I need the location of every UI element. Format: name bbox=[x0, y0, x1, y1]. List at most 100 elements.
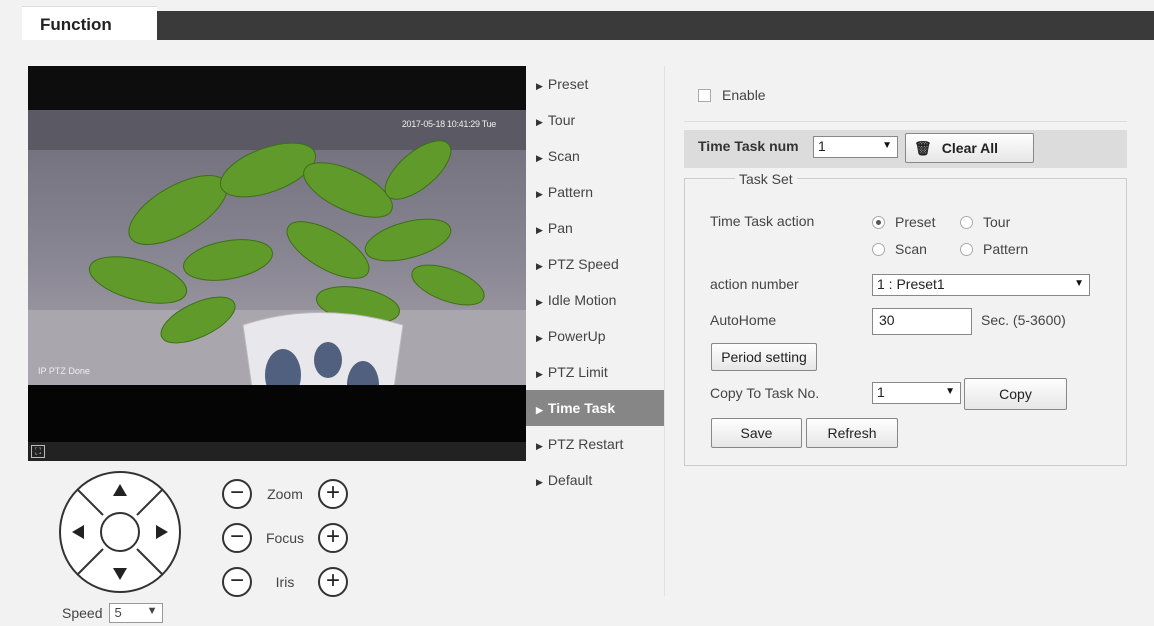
menu-item-label: PTZ Limit bbox=[547, 364, 608, 380]
menu-item-label: Pan bbox=[547, 220, 573, 236]
time-task-num-bar: Time Task num 1 ▼ 🗑 Clear All bbox=[684, 130, 1127, 168]
save-button[interactable]: Save bbox=[711, 418, 802, 448]
iris-row: − Iris + bbox=[222, 566, 348, 598]
menu-item-ptz-restart[interactable]: ▶ PTZ Restart bbox=[526, 426, 664, 462]
menu-arrow-icon: ▶ bbox=[536, 405, 543, 415]
autohome-unit: Sec. (5-3600) bbox=[981, 312, 1066, 328]
action-number-select[interactable]: 1 : Preset1 ▼ bbox=[872, 274, 1090, 296]
task-set-group: Task Set Time Task action Preset Tour Sc… bbox=[684, 171, 1127, 466]
clear-all-label: Clear All bbox=[941, 140, 999, 156]
speed-label: Speed bbox=[62, 605, 103, 621]
menu-item-scan[interactable]: ▶ Scan bbox=[526, 138, 664, 174]
menu-arrow-icon: ▶ bbox=[536, 297, 543, 307]
radio-label: Tour bbox=[983, 214, 1011, 230]
fullscreen-icon[interactable]: ⛶ bbox=[31, 445, 45, 458]
time-task-num-label: Time Task num bbox=[698, 138, 799, 154]
focus-label: Focus bbox=[265, 530, 305, 546]
action-number-value: 1 : Preset1 bbox=[877, 276, 945, 292]
menu-item-preset[interactable]: ▶ Preset bbox=[526, 66, 664, 102]
menu-arrow-icon: ▶ bbox=[536, 261, 543, 271]
focus-row: − Focus + bbox=[222, 522, 348, 554]
clear-all-button[interactable]: 🗑 Clear All bbox=[905, 133, 1034, 163]
enable-checkbox-row[interactable]: Enable bbox=[698, 87, 766, 103]
menu-item-ptz-speed[interactable]: ▶ PTZ Speed bbox=[526, 246, 664, 282]
focus-plus-button[interactable]: + bbox=[318, 523, 348, 553]
menu-item-default[interactable]: ▶ Default bbox=[526, 462, 664, 498]
radio-preset[interactable]: Preset bbox=[872, 214, 935, 230]
dropdown-arrow-icon: ▼ bbox=[146, 605, 158, 617]
menu-arrow-icon: ▶ bbox=[536, 117, 543, 127]
focus-minus-button[interactable]: − bbox=[222, 523, 252, 553]
copy-to-task-label: Copy To Task No. bbox=[710, 385, 820, 401]
copy-to-task-select[interactable]: 1 ▼ bbox=[872, 382, 961, 404]
menu-item-ptz-limit[interactable]: ▶ PTZ Limit bbox=[526, 354, 664, 390]
speed-value: 5 bbox=[114, 605, 122, 620]
menu-item-tour[interactable]: ▶ Tour bbox=[526, 102, 664, 138]
radio-label: Preset bbox=[895, 214, 936, 230]
radio-tour[interactable]: Tour bbox=[960, 214, 1010, 230]
iris-plus-button[interactable]: + bbox=[318, 567, 348, 597]
iris-minus-button[interactable]: − bbox=[222, 567, 252, 597]
menu-item-label: PTZ Restart bbox=[547, 436, 624, 452]
radio-button[interactable] bbox=[872, 242, 885, 256]
menu-item-pattern[interactable]: ▶ Pattern bbox=[526, 174, 664, 210]
copy-button[interactable]: Copy bbox=[964, 378, 1067, 410]
radio-button[interactable] bbox=[872, 215, 885, 229]
tab-function[interactable]: Function bbox=[22, 6, 157, 40]
menu-item-label: PTZ Speed bbox=[547, 256, 619, 272]
menu-item-label: Time Task bbox=[547, 400, 616, 416]
time-task-num-select[interactable]: 1 ▼ bbox=[813, 136, 898, 158]
enable-checkbox[interactable] bbox=[698, 88, 711, 102]
ptz-direction-pad[interactable] bbox=[58, 470, 182, 594]
period-setting-button[interactable]: Period setting bbox=[711, 343, 817, 371]
zoom-label: Zoom bbox=[267, 486, 303, 502]
speed-control: Speed 5 ▼ bbox=[62, 603, 164, 623]
top-bar: Function bbox=[0, 0, 1154, 40]
zoom-row: − Zoom + bbox=[222, 478, 348, 510]
menu-arrow-icon: ▶ bbox=[536, 369, 543, 379]
ptz-function-menu: ▶ Preset ▶ Tour ▶ Scan ▶ Pattern ▶ Pan ▶ PTZ S… bbox=[526, 66, 664, 498]
refresh-button[interactable]: Refresh bbox=[806, 418, 898, 448]
divider bbox=[684, 121, 1127, 122]
task-set-legend: Task Set bbox=[735, 171, 797, 187]
zoom-out-button[interactable]: − bbox=[222, 479, 252, 509]
menu-item-label: Idle Motion bbox=[547, 292, 617, 308]
menu-item-label: PowerUp bbox=[547, 328, 606, 344]
menu-item-label: Default bbox=[547, 472, 593, 488]
menu-arrow-icon: ▶ bbox=[536, 81, 543, 91]
radio-pattern[interactable]: Pattern bbox=[960, 241, 1028, 257]
dropdown-arrow-icon: ▼ bbox=[882, 140, 892, 151]
copy-to-task-value: 1 bbox=[877, 384, 885, 400]
top-bar-fill bbox=[157, 11, 1154, 40]
ptz-status-overlay: IP PTZ Done bbox=[38, 366, 90, 376]
autohome-input[interactable]: 30 bbox=[872, 308, 972, 335]
menu-arrow-icon: ▶ bbox=[536, 477, 543, 487]
menu-item-pan[interactable]: ▶ Pan bbox=[526, 210, 664, 246]
menu-arrow-icon: ▶ bbox=[536, 333, 543, 343]
radio-label: Pattern bbox=[983, 241, 1029, 257]
dropdown-arrow-icon: ▼ bbox=[945, 386, 955, 397]
zoom-in-button[interactable]: + bbox=[318, 479, 348, 509]
trash-icon: 🗑 bbox=[914, 140, 932, 156]
speed-select[interactable]: 5 ▼ bbox=[109, 603, 164, 623]
ptz-center-button bbox=[100, 512, 140, 552]
radio-scan[interactable]: Scan bbox=[872, 241, 927, 257]
iris-label: Iris bbox=[275, 574, 295, 590]
radio-button[interactable] bbox=[960, 242, 973, 256]
menu-arrow-icon: ▶ bbox=[536, 153, 543, 163]
menu-item-label: Preset bbox=[547, 76, 589, 92]
live-video[interactable]: 2017-05-18 10:41:29 Tue IP PTZ Done ⛶ bbox=[28, 66, 526, 461]
dropdown-arrow-icon: ▼ bbox=[1074, 278, 1084, 289]
menu-item-time-task[interactable]: ▶ Time Task bbox=[526, 390, 664, 426]
video-timestamp: 2017-05-18 10:41:29 Tue bbox=[401, 119, 496, 129]
menu-arrow-icon: ▶ bbox=[536, 441, 543, 451]
action-number-label: action number bbox=[710, 276, 799, 292]
video-letterbox bbox=[28, 385, 526, 445]
time-task-num-value: 1 bbox=[818, 138, 826, 154]
menu-item-idle-motion[interactable]: ▶ Idle Motion bbox=[526, 282, 664, 318]
radio-button[interactable] bbox=[960, 215, 973, 229]
menu-item-powerup[interactable]: ▶ PowerUp bbox=[526, 318, 664, 354]
menu-item-label: Tour bbox=[547, 112, 576, 128]
menu-arrow-icon: ▶ bbox=[536, 189, 543, 199]
video-control-bar: ⛶ bbox=[28, 442, 526, 461]
